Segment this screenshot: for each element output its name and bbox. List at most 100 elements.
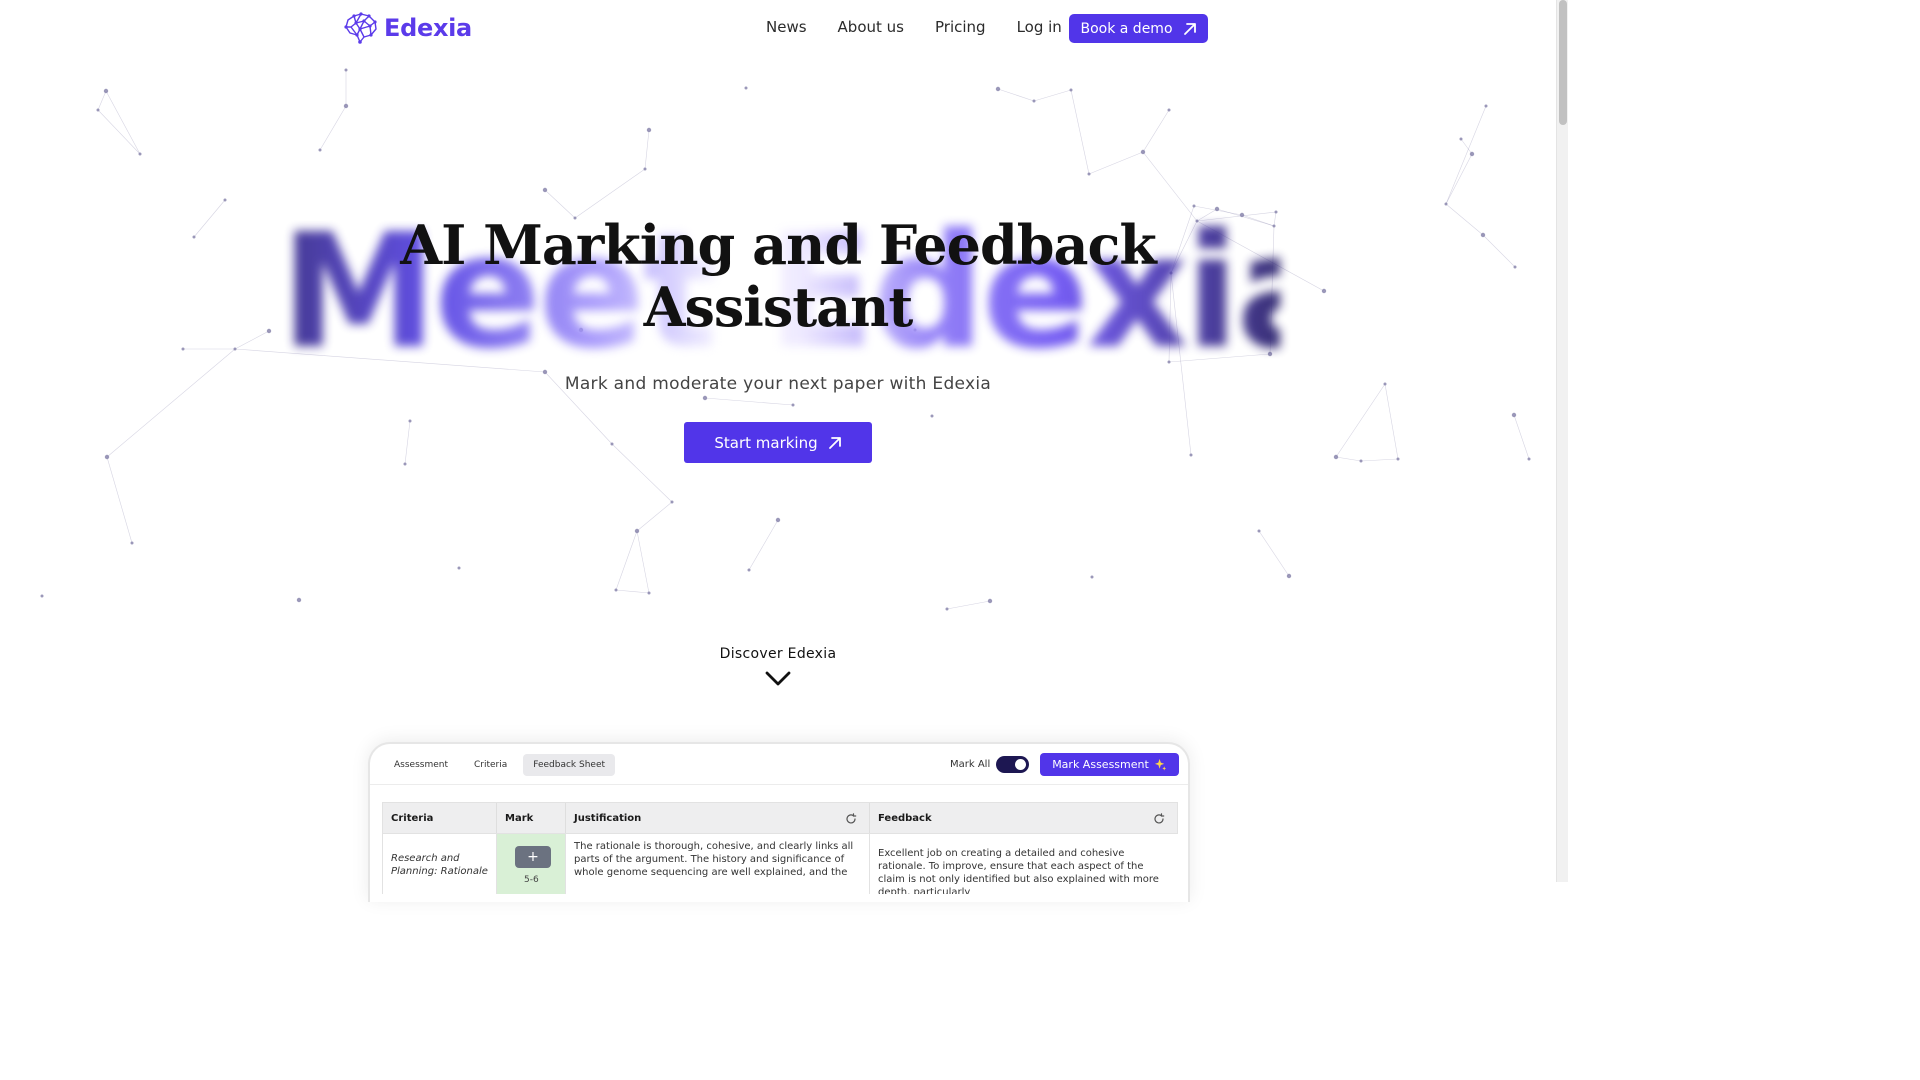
network-link (615, 589, 650, 594)
network-node (192, 235, 196, 239)
network-node (1484, 104, 1488, 108)
network-node (1513, 265, 1517, 269)
hero-title-line-1: AI Marking and Feedback (400, 213, 1157, 277)
column-header-criteria: Criteria (383, 803, 497, 833)
brand-name: Edexia (384, 14, 472, 42)
network-node (1480, 232, 1486, 238)
network-node (1527, 457, 1531, 461)
network-link (193, 199, 226, 238)
network-node (1333, 454, 1339, 460)
network-node (1167, 108, 1171, 112)
refresh-icon[interactable] (845, 813, 857, 825)
network-node (233, 347, 237, 351)
network-node (138, 152, 142, 156)
chevron-down-icon[interactable] (764, 668, 792, 688)
network-node (130, 541, 134, 545)
network-node (343, 103, 349, 109)
refresh-icon[interactable] (1153, 813, 1165, 825)
book-demo-button[interactable]: Book a demo (1069, 14, 1208, 43)
brand-home-link[interactable]: Edexia (344, 12, 472, 44)
network-link (97, 109, 141, 155)
tab-criteria[interactable]: Criteria (464, 754, 517, 776)
network-link (644, 129, 650, 170)
network-node (1511, 412, 1517, 418)
network-node (40, 594, 44, 598)
page-scrollbar[interactable] (1556, 0, 1568, 882)
network-link (234, 330, 270, 350)
network-link (1033, 89, 1072, 102)
arrow-up-right-icon (1183, 22, 1196, 35)
network-node (646, 127, 652, 133)
start-marking-button[interactable]: Start marking (684, 422, 872, 463)
network-node (1087, 172, 1091, 176)
network-link (946, 600, 991, 610)
scrollbar-thumb[interactable] (1559, 0, 1567, 125)
start-marking-label: Start marking (714, 433, 818, 452)
network-node (930, 414, 934, 418)
network-node (775, 517, 781, 523)
network-node (987, 598, 993, 604)
nav-links: News About us Pricing Log in (766, 18, 1093, 36)
network-node (1459, 137, 1463, 141)
network-link (1482, 234, 1516, 268)
network-node (181, 347, 185, 351)
network-link (1384, 383, 1399, 460)
nav-link-about-us[interactable]: About us (838, 18, 904, 36)
network-link (1142, 109, 1170, 153)
column-header-feedback: Feedback (870, 803, 1177, 833)
network-link (704, 397, 794, 406)
network-link (1258, 530, 1290, 577)
network-node (403, 462, 407, 466)
network-node (318, 148, 322, 152)
table-header: Criteria Mark Justification Feedback (382, 802, 1178, 834)
network-node (1444, 202, 1448, 206)
network-link (1460, 138, 1473, 155)
network-node (614, 588, 618, 592)
row-feedback: Excellent job on creating a detailed and… (878, 848, 1159, 894)
network-link (1335, 383, 1386, 458)
book-demo-label: Book a demo (1080, 20, 1173, 37)
preview-scrollbar[interactable] (1188, 789, 1190, 889)
add-mark-button[interactable]: + (515, 846, 551, 868)
network-node (1359, 459, 1363, 463)
network-link (1513, 414, 1530, 460)
network-link (636, 530, 650, 594)
hero-title-line-2: Assistant (643, 275, 914, 339)
feedback-table: Criteria Mark Justification Feedback Res… (382, 802, 1178, 894)
toggle-knob (1015, 759, 1026, 770)
network-link (1335, 456, 1362, 462)
nav-link-news[interactable]: News (766, 18, 807, 36)
mark-assessment-button[interactable]: Mark Assessment (1040, 753, 1179, 776)
network-link (1070, 89, 1090, 175)
network-link (97, 90, 107, 111)
tab-assessment[interactable]: Assessment (384, 754, 458, 776)
network-node (1469, 151, 1475, 157)
arrow-up-right-icon (828, 436, 841, 449)
network-node (457, 566, 461, 570)
preview-divider (370, 784, 1188, 785)
network-node (702, 395, 708, 401)
network-link (106, 456, 133, 544)
network-link (1360, 458, 1399, 462)
network-node (610, 442, 614, 446)
column-header-justification: Justification (566, 803, 870, 833)
column-header-justification-label: Justification (574, 812, 642, 824)
network-node (791, 403, 795, 407)
table-row: Research and Planning: Rationale + 5-6 T… (382, 834, 1178, 894)
network-node (223, 198, 227, 202)
network-node (1069, 88, 1073, 92)
nav-link-pricing[interactable]: Pricing (935, 18, 986, 36)
discover-link[interactable]: Discover Edexia (678, 646, 878, 662)
network-node (995, 86, 1001, 92)
hero-subtitle: Mark and moderate your next paper with E… (564, 374, 992, 394)
network-node (647, 591, 651, 595)
network-node (1396, 457, 1400, 461)
tab-feedback-sheet[interactable]: Feedback Sheet (523, 754, 616, 776)
mark-all-toggle[interactable] (996, 756, 1029, 773)
nav-link-log-in[interactable]: Log in (1017, 18, 1062, 36)
network-node (1257, 529, 1261, 533)
network-node (96, 108, 100, 112)
network-node (1032, 99, 1036, 103)
network-link (319, 105, 347, 151)
row-criteria: Research and Planning: Rationale (383, 834, 497, 894)
